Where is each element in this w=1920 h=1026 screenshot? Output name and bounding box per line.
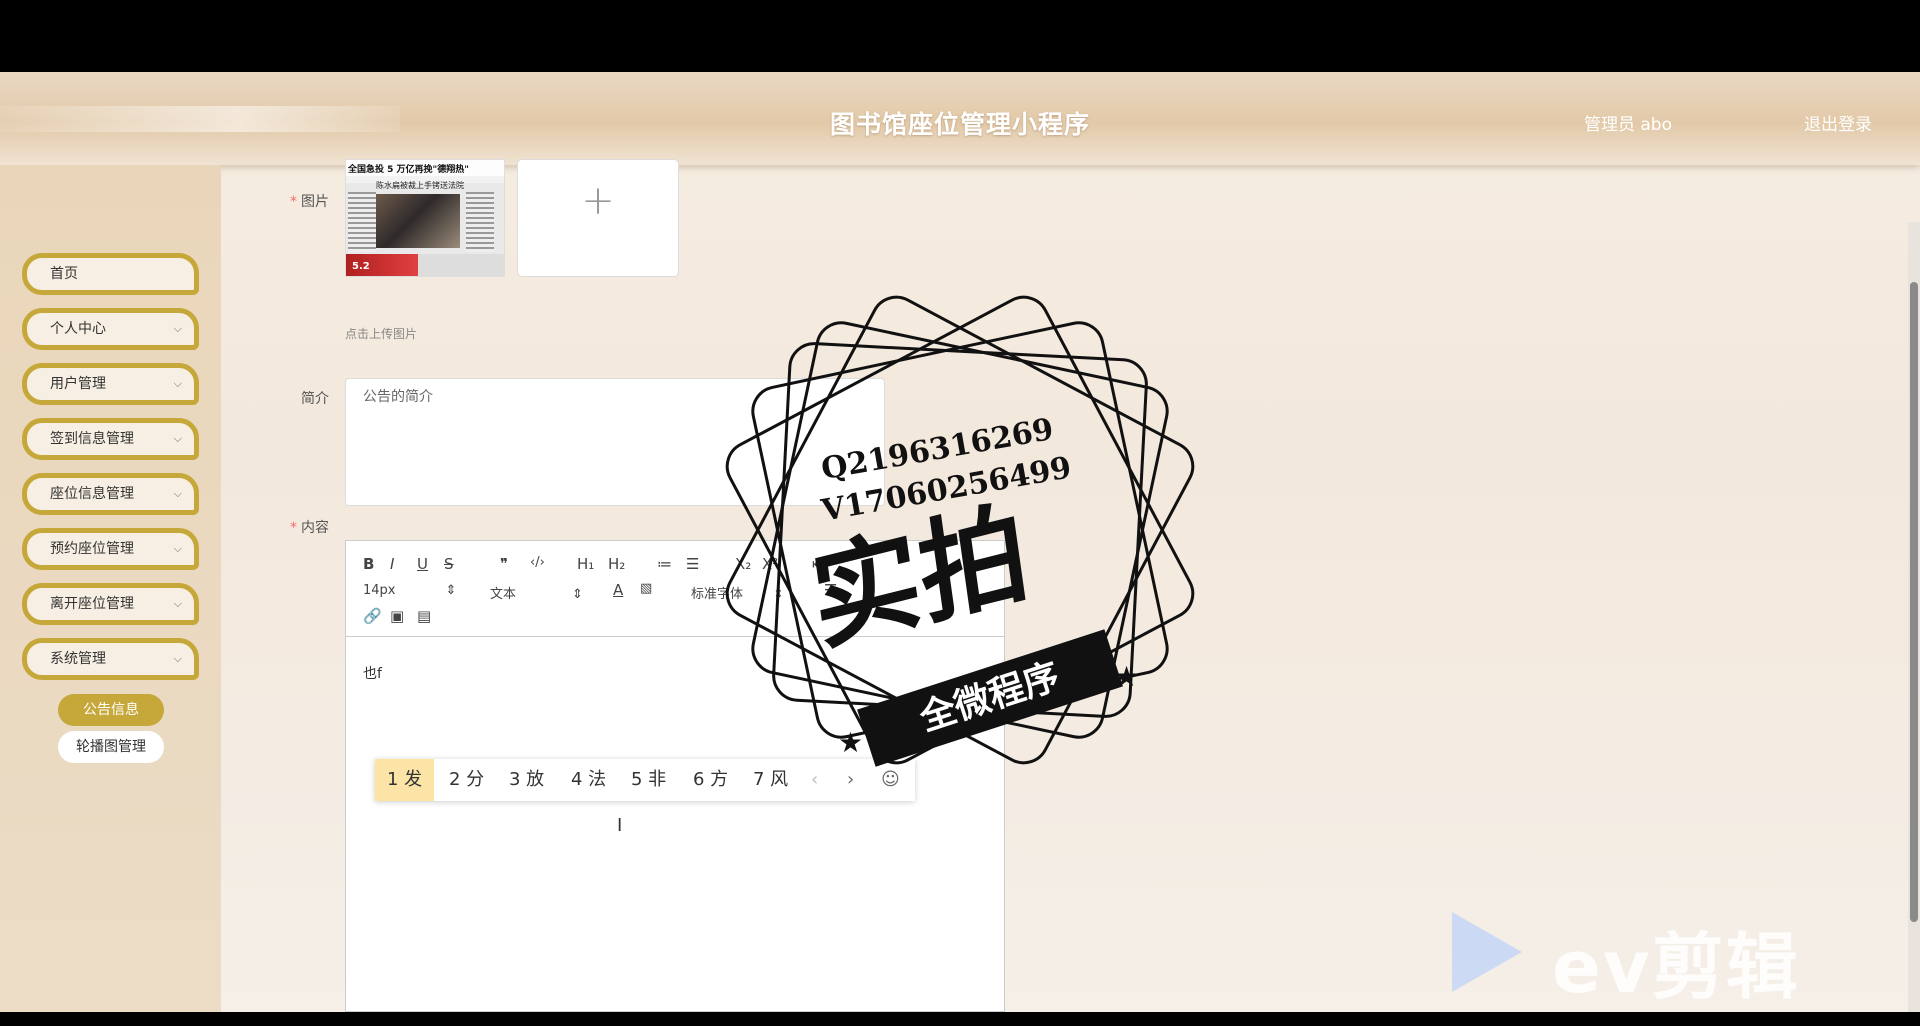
ev-logo-text: ev剪辑 [1552, 925, 1800, 1009]
blockquote-button[interactable]: ❞ [500, 555, 508, 573]
sidebar-item-home[interactable]: 首页 [22, 253, 199, 295]
sidebar-item-user-management[interactable]: 用户管理 ⌵ [22, 363, 199, 405]
ordered-list-button[interactable]: ≔ [657, 555, 672, 573]
h2-button[interactable]: H₂ [608, 555, 625, 573]
background-color-button[interactable]: ▧ [640, 581, 652, 596]
format-select[interactable]: 文本 ⇕ [490, 583, 583, 602]
sidebar-item-label: 签到信息管理 [50, 431, 134, 447]
current-user: 管理员 abo [1583, 115, 1672, 135]
italic-button[interactable]: I [390, 555, 394, 573]
scrollbar-thumb[interactable] [1910, 282, 1918, 922]
logout-link[interactable]: 退出登录 [1804, 110, 1872, 135]
sidebar-item-leave-management[interactable]: 离开座位管理 ⌵ [22, 583, 199, 625]
chevron-down-icon: ⌵ [173, 322, 182, 335]
plus-icon: + [581, 178, 615, 224]
top-header: 图书馆座位管理小程序 管理员 abo 退出登录 [0, 72, 1920, 165]
ime-candidate[interactable]: 1 发 [375, 759, 435, 801]
uploaded-image-thumbnail[interactable]: 全国急投 5 万亿再挽"德翔热" 陈水扁被裁上手铐送法院 5.2 [345, 159, 505, 277]
sidebar-item-system-management[interactable]: 系统管理 ⌵ [22, 638, 199, 680]
sidebar-item-reservation-management[interactable]: 预约座位管理 ⌵ [22, 528, 199, 570]
sidebar: 首页 个人中心 ⌵ 用户管理 ⌵ 签到信息管理 ⌵ 座位信息管理 ⌵ 预约座位管… [0, 165, 221, 1012]
image-label: * 图片 [290, 194, 329, 210]
sidebar-item-label: 个人中心 [50, 321, 106, 337]
ev-logo-watermark: ev剪辑 [1452, 902, 1832, 1009]
star-icon: ★ [838, 726, 864, 759]
summary-label: 简介 [301, 391, 329, 407]
chevron-down-icon: ⌵ [173, 597, 182, 610]
chevron-down-icon: ⌵ [173, 377, 182, 390]
bold-button[interactable]: B [363, 555, 374, 573]
sidebar-item-label: 系统管理 [50, 651, 106, 667]
thumbnail-photo [376, 194, 460, 248]
thumbnail-footer: 5.2 [352, 261, 370, 272]
required-mark: * [290, 194, 297, 210]
h1-button[interactable]: H₁ [577, 555, 594, 573]
underline-button[interactable]: U [417, 555, 428, 573]
code-block-button[interactable]: ‹/› [530, 555, 545, 570]
required-mark: * [290, 520, 297, 536]
star-icon: ★ [1114, 660, 1140, 693]
thumbnail-subhead: 陈水扁被裁上手铐送法院 [376, 181, 464, 190]
ime-candidate[interactable]: 2 分 [449, 759, 484, 801]
page-scrollbar[interactable] [1908, 222, 1920, 1012]
stamp-watermark: Q2196316269 V17060256499 实拍 全微程序 ★ ★ [716, 286, 1204, 774]
chevron-down-icon: ⌵ [173, 432, 182, 445]
ime-candidate[interactable]: 4 法 [571, 759, 606, 801]
editor-content[interactable]: 也f [363, 663, 382, 683]
chevron-down-icon: ⌵ [173, 652, 182, 665]
sidebar-item-label: 首页 [50, 266, 78, 282]
app-screen: 图书馆座位管理小程序 管理员 abo 退出登录 首页 个人中心 ⌵ 用户管理 ⌵… [0, 72, 1920, 1012]
ime-candidate[interactable]: 3 放 [509, 759, 544, 801]
bullet-list-button[interactable]: ☰ [686, 555, 699, 573]
video-icon[interactable]: ▤ [417, 607, 431, 625]
sidebar-item-seat-management[interactable]: 座位信息管理 ⌵ [22, 473, 199, 515]
sidebar-item-checkin-management[interactable]: 签到信息管理 ⌵ [22, 418, 199, 460]
sidebar-item-personal-center[interactable]: 个人中心 ⌵ [22, 308, 199, 350]
sidebar-subitem-carousel[interactable]: 轮播图管理 [58, 731, 164, 763]
font-size-select[interactable]: 14px ⇕ [363, 583, 456, 598]
font-color-button[interactable]: A [613, 581, 623, 599]
text-cursor-icon: I [617, 815, 623, 836]
content-label: * 内容 [290, 520, 329, 536]
sidebar-item-label: 预约座位管理 [50, 541, 134, 557]
image-icon[interactable]: ▣ [390, 607, 404, 625]
link-icon[interactable]: 🔗 [363, 607, 382, 625]
strike-button[interactable]: S [444, 555, 454, 573]
play-icon [1452, 912, 1522, 992]
sidebar-item-label: 用户管理 [50, 376, 106, 392]
chevron-down-icon: ⌵ [173, 487, 182, 500]
chevron-down-icon: ⌵ [173, 542, 182, 555]
image-upload-button[interactable]: + [517, 159, 679, 277]
sidebar-item-label: 座位信息管理 [50, 486, 134, 502]
sidebar-subitem-announcements[interactable]: 公告信息 [58, 694, 164, 726]
thumbnail-headline: 全国急投 5 万亿再挽"德翔热" [348, 165, 469, 175]
sidebar-item-label: 离开座位管理 [50, 596, 134, 612]
ime-candidate[interactable]: 5 非 [631, 759, 666, 801]
upload-hint: 点击上传图片 [345, 327, 418, 341]
